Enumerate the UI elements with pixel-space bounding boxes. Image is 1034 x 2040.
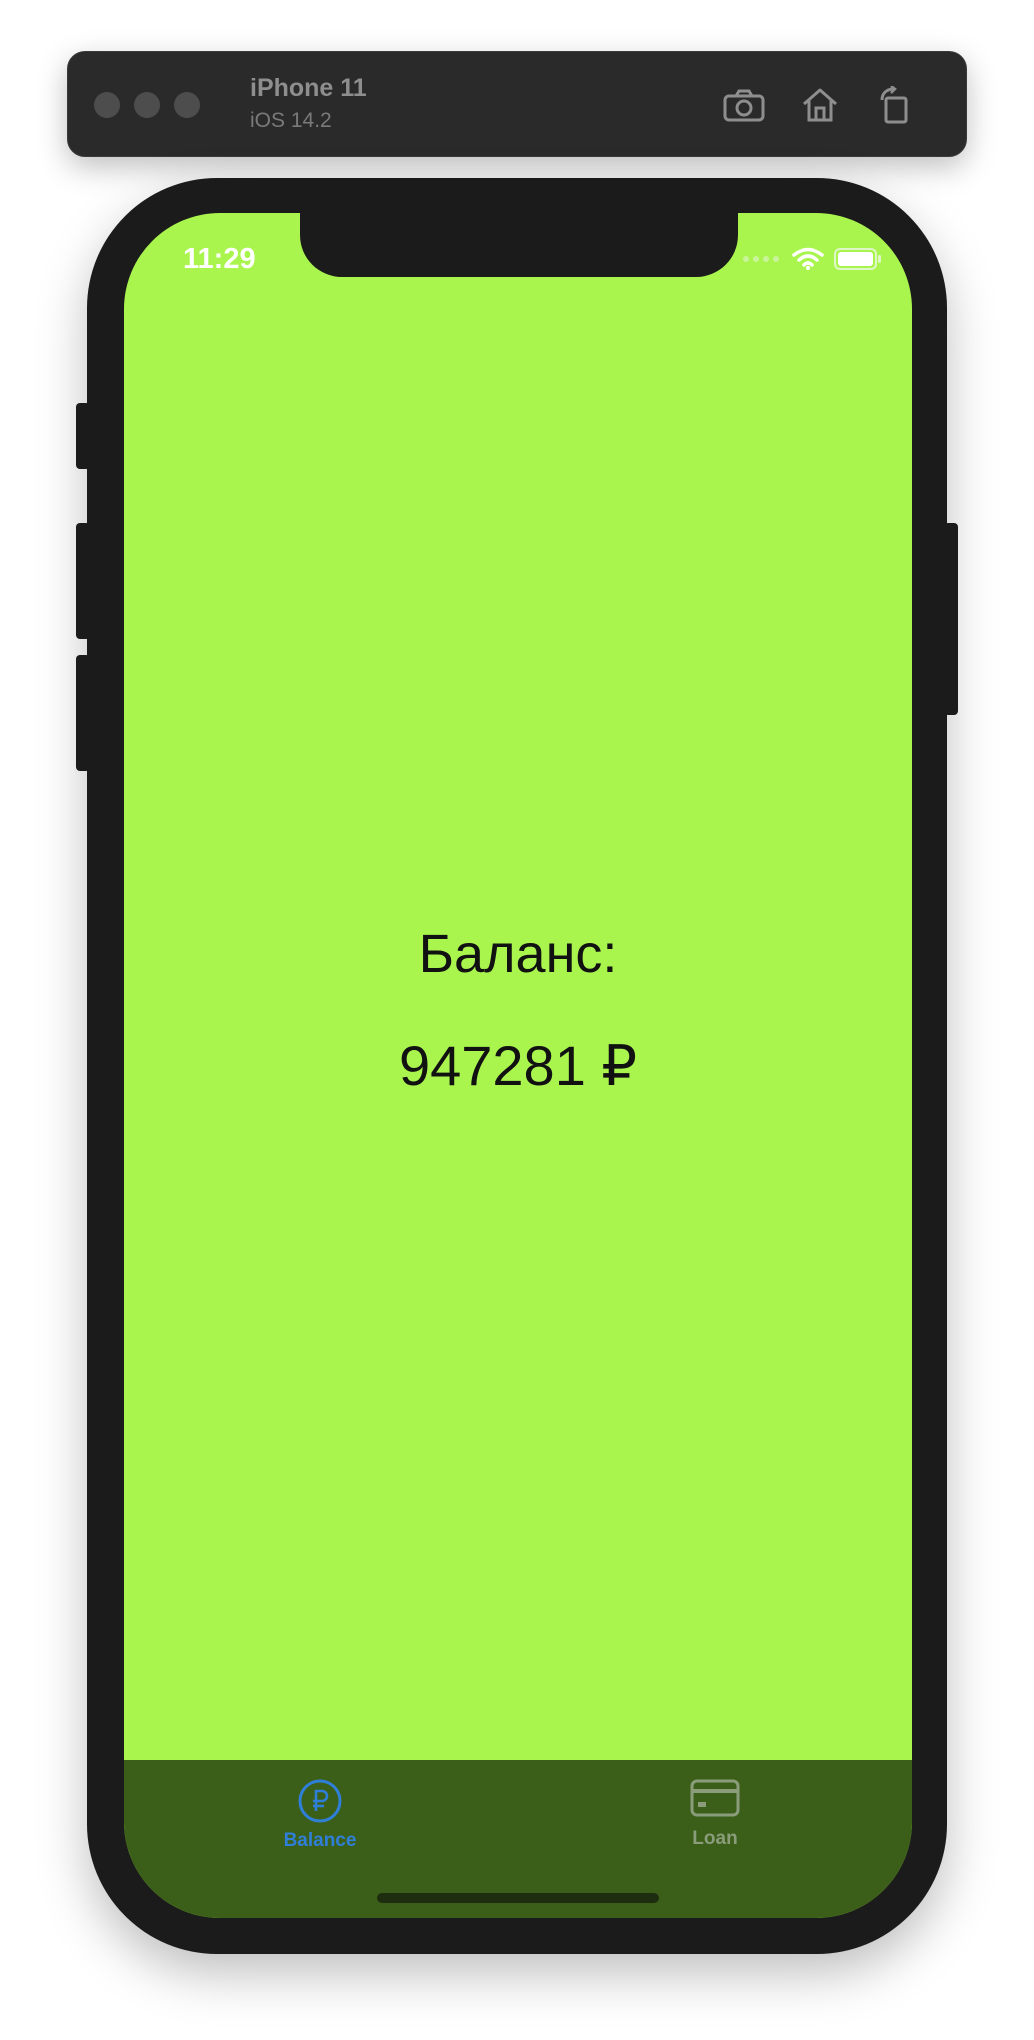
volume-up-button[interactable] [76,523,90,639]
balance-value: 947281 ₽ [398,1034,638,1097]
home-button[interactable] [796,81,844,129]
zoom-window-button[interactable] [174,92,200,118]
device-name: iPhone 11 [250,74,367,102]
tab-balance[interactable]: Balance [230,1778,410,1868]
tab-balance-label: Balance [283,1830,357,1851]
screenshot-button[interactable] [720,81,768,129]
app-screen: 11:29 Баланс: 947281 ₽ Balance Loan [124,213,912,1918]
status-time: 11:29 [183,243,256,275]
rotate-button[interactable] [870,81,918,129]
notch [300,213,738,277]
mute-switch[interactable] [76,403,90,469]
balance-label: Баланс: [418,924,618,984]
os-version: iOS 14.2 [250,109,332,132]
simulator-stage: iPhone 11 iOS 14.2 11:29 Баланс: 947281 … [0,0,1034,2040]
wifi-icon [792,247,824,270]
status-icons [742,247,882,271]
ruble-circle-icon [298,1779,342,1823]
power-button[interactable] [944,523,958,715]
home-indicator [377,1893,659,1903]
close-window-button[interactable] [94,92,120,118]
cellular-signal-icon [743,256,779,262]
volume-down-button[interactable] [76,655,90,771]
minimize-window-button[interactable] [134,92,160,118]
home-icon [803,88,837,122]
battery-icon [834,248,881,270]
rotate-icon [880,86,908,124]
tab-loan-label: Loan [692,1828,738,1849]
simulator-toolbar: iPhone 11 iOS 14.2 [67,51,967,157]
tab-loan[interactable]: Loan [625,1778,805,1868]
credit-card-icon [690,1779,740,1817]
camera-icon [723,89,765,122]
